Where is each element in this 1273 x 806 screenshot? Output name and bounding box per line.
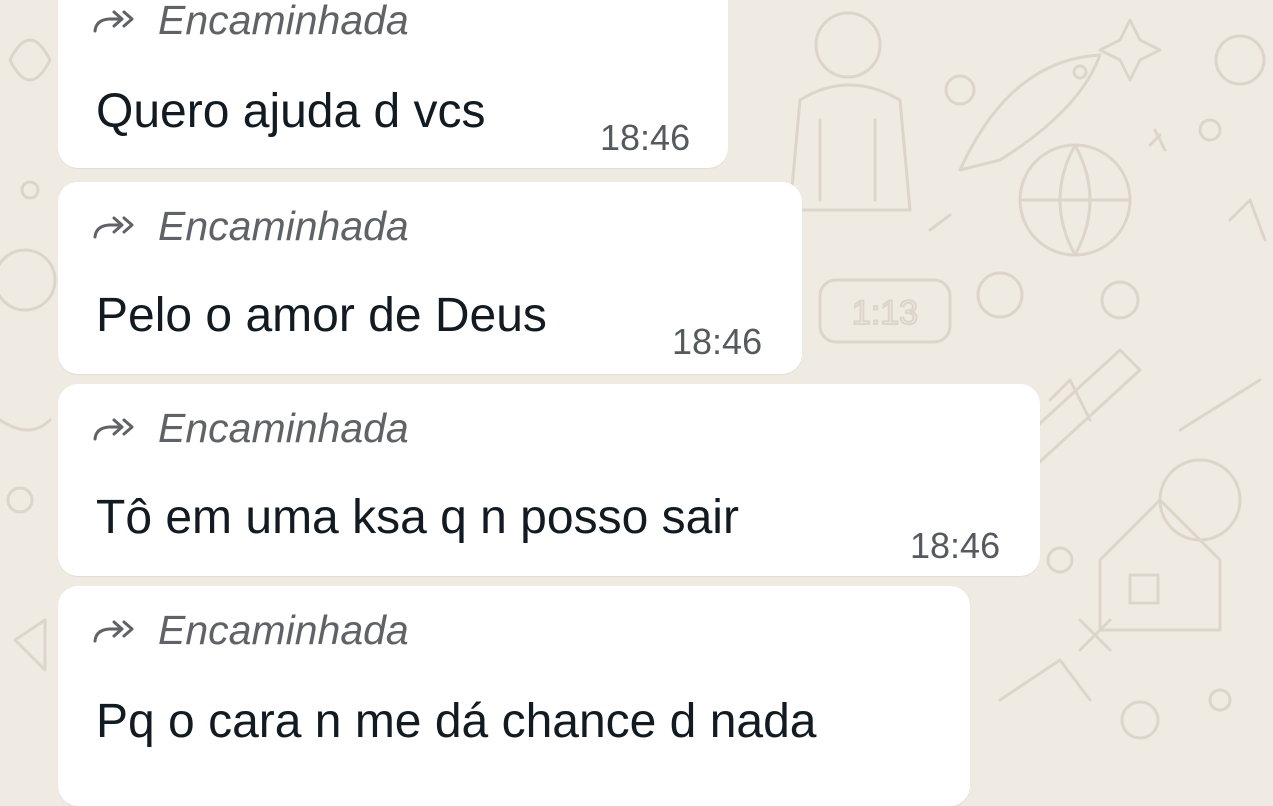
forwarded-indicator: Encaminhada: [92, 408, 409, 449]
forwarded-label: Encaminhada: [158, 405, 409, 451]
forwarded-arrow-icon: [93, 418, 134, 440]
message-time: 18:46: [910, 525, 1001, 566]
wallpaper-clock-text: 1:13: [852, 294, 918, 332]
message-text: Pelo o amor de Deus: [96, 289, 547, 342]
forwarded-arrow-icon: [93, 10, 134, 32]
forwarded-label: Encaminhada: [158, 203, 409, 249]
message-time: 18:46: [672, 321, 763, 362]
message-time: 18:46: [600, 117, 691, 158]
forwarded-label: Encaminhada: [158, 607, 409, 653]
forwarded-indicator: Encaminhada: [92, 206, 409, 247]
forwarded-arrow-icon: [93, 620, 134, 642]
forwarded-indicator: Encaminhada: [92, 0, 409, 41]
message-bubble[interactable]: Encaminhada Tô em uma ksa q n posso sair…: [58, 384, 1040, 576]
message-bubble[interactable]: Encaminhada Pelo o amor de Deus 18:46: [58, 182, 802, 374]
forwarded-arrow-icon: [93, 216, 134, 238]
message-text: Pq o cara n me dá chance d nada: [96, 695, 817, 748]
forwarded-label: Encaminhada: [158, 0, 409, 43]
message-bubble[interactable]: Encaminhada Pq o cara n me dá chance d n…: [58, 586, 970, 806]
message-text: Tô em uma ksa q n posso sair: [96, 491, 739, 544]
message-text: Quero ajuda d vcs: [96, 85, 486, 138]
forwarded-indicator: Encaminhada: [92, 610, 409, 651]
message-bubble[interactable]: Encaminhada Quero ajuda d vcs 18:46: [58, 0, 728, 168]
